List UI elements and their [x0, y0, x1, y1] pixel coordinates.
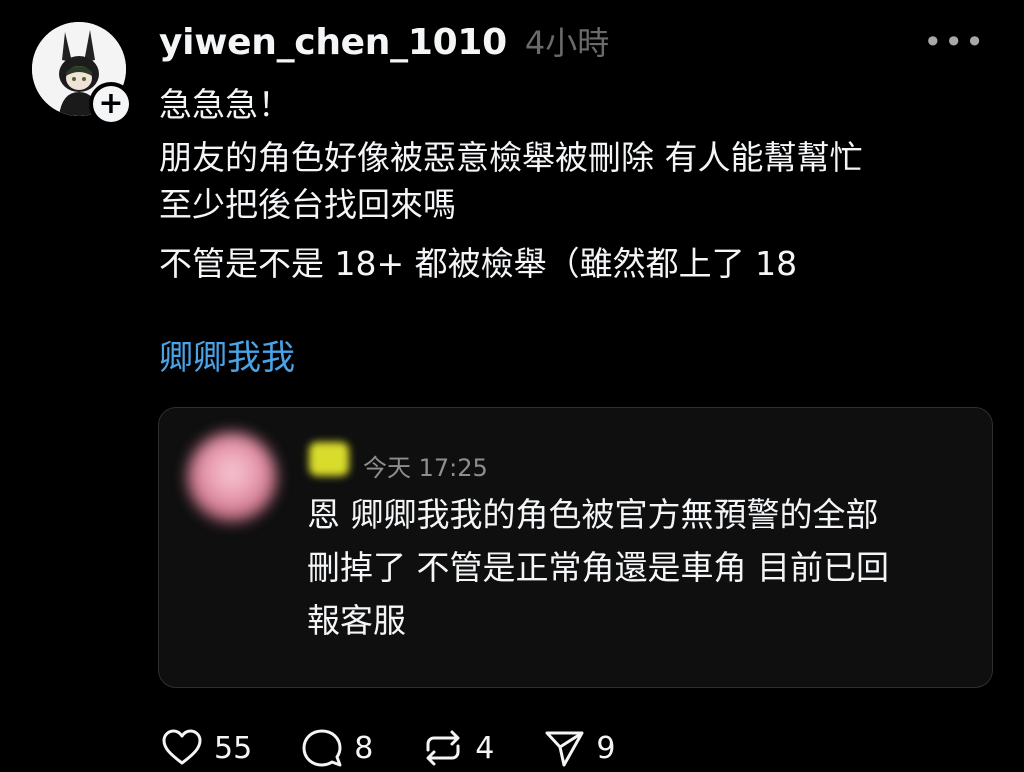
repost-button[interactable]: 4 — [421, 726, 494, 770]
post-header: yiwen_chen_1010 4小時 — [159, 18, 609, 64]
quoted-timestamp: 今天 17:25 — [363, 454, 488, 482]
topic-tag-link[interactable]: 卿卿我我 — [159, 330, 295, 379]
quoted-body-line: 恩 卿卿我我的角色被官方無預警的全部 — [307, 495, 879, 534]
username[interactable]: yiwen_chen_1010 — [159, 22, 507, 63]
like-count: 55 — [214, 730, 253, 766]
send-icon — [545, 731, 584, 767]
quoted-avatar — [187, 432, 277, 522]
reply-button[interactable]: 8 — [300, 726, 373, 770]
post-body-line: 急急急！ — [159, 85, 291, 124]
post-timestamp: 4小時 — [524, 24, 610, 62]
follow-button[interactable]: + — [89, 82, 133, 126]
share-button[interactable]: 9 — [542, 726, 615, 770]
quoted-username-redacted — [309, 442, 349, 476]
share-count: 9 — [596, 730, 616, 766]
repost-icon — [426, 730, 460, 766]
like-button[interactable]: 55 — [160, 726, 252, 770]
heart-icon — [162, 729, 202, 765]
post-body-line: 不管是不是 18+ 都被檢舉（雖然都上了 18 — [159, 244, 798, 283]
plus-icon: + — [93, 86, 129, 122]
quoted-body: 恩 卿卿我我的角色被官方無預警的全部 刪掉了 不管是正常角還是車角 目前已回 報… — [307, 488, 967, 647]
post-body-line: 朋友的角色好像被惡意檢舉被刪除 有人能幫幫忙 — [159, 138, 863, 177]
reply-count: 8 — [354, 730, 374, 766]
more-horizontal-icon[interactable]: ••• — [923, 26, 986, 58]
post-body: 急急急！ 朋友的角色好像被惡意檢舉被刪除 有人能幫幫忙 至少把後台找回來嗎 不管… — [159, 78, 999, 290]
action-bar: 55 8 4 9 — [160, 722, 663, 772]
quoted-body-line: 刪掉了 不管是正常角還是車角 目前已回 — [307, 548, 889, 587]
post-body-line: 至少把後台找回來嗎 — [159, 185, 456, 224]
thread-post: + yiwen_chen_1010 4小時 ••• 急急急！ 朋友的角色好像被惡… — [0, 0, 1024, 772]
quoted-post[interactable]: 今天 17:25 恩 卿卿我我的角色被官方無預警的全部 刪掉了 不管是正常角還是… — [158, 407, 993, 688]
comment-icon — [302, 729, 342, 767]
quoted-body-line: 報客服 — [307, 601, 406, 640]
repost-count: 4 — [475, 730, 495, 766]
